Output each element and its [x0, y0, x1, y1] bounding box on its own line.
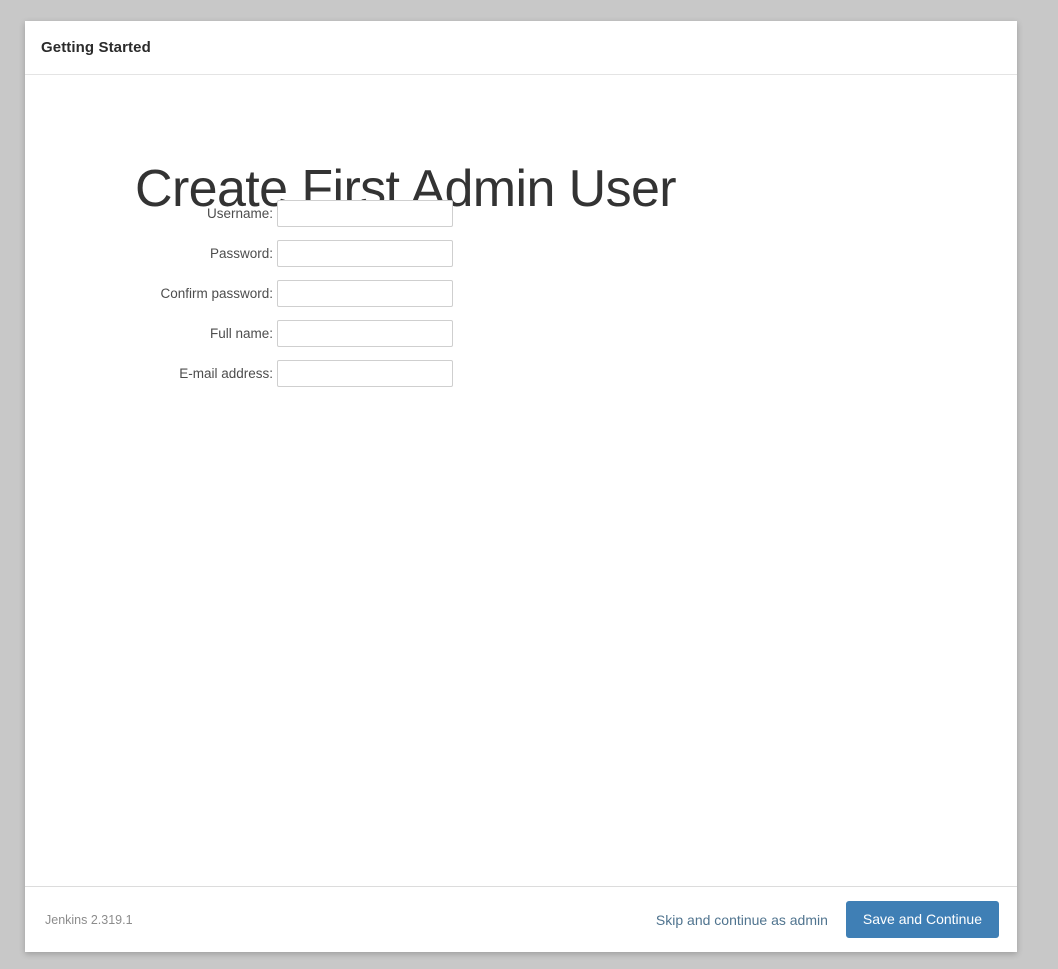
email-input[interactable] — [277, 359, 453, 387]
form-row-username: Username: — [135, 193, 453, 233]
panel-header: Getting Started — [25, 21, 1017, 75]
panel-footer: Jenkins 2.319.1 Skip and continue as adm… — [25, 886, 1017, 952]
full-name-label: Full name: — [209, 325, 273, 341]
form-row-password: Password: — [135, 233, 453, 273]
app-root: Getting Started Create First Admin User … — [0, 0, 1058, 969]
confirm-password-label: Confirm password: — [160, 285, 273, 301]
form-row-full-name: Full name: — [135, 313, 453, 353]
save-and-continue-button[interactable]: Save and Continue — [845, 901, 999, 938]
full-name-input[interactable] — [277, 319, 453, 347]
footer-actions: Skip and continue as admin Save and Cont… — [656, 901, 999, 938]
panel-body: Create First Admin User Username: Passwo… — [25, 75, 1017, 886]
setup-wizard-panel: Getting Started Create First Admin User … — [25, 21, 1017, 952]
password-label: Password: — [209, 245, 273, 261]
form-row-confirm-password: Confirm password: — [135, 273, 453, 313]
username-input[interactable] — [277, 199, 453, 227]
admin-user-form: Username: Password: Confirm password: Fu… — [135, 193, 453, 393]
confirm-password-input[interactable] — [277, 279, 453, 307]
panel-header-title: Getting Started — [41, 39, 151, 56]
password-input[interactable] — [277, 239, 453, 267]
username-label: Username: — [206, 205, 273, 221]
version-label: Jenkins 2.319.1 — [45, 912, 133, 927]
email-label: E-mail address: — [179, 365, 273, 381]
skip-and-continue-link[interactable]: Skip and continue as admin — [656, 912, 828, 928]
form-row-email: E-mail address: — [135, 353, 453, 393]
